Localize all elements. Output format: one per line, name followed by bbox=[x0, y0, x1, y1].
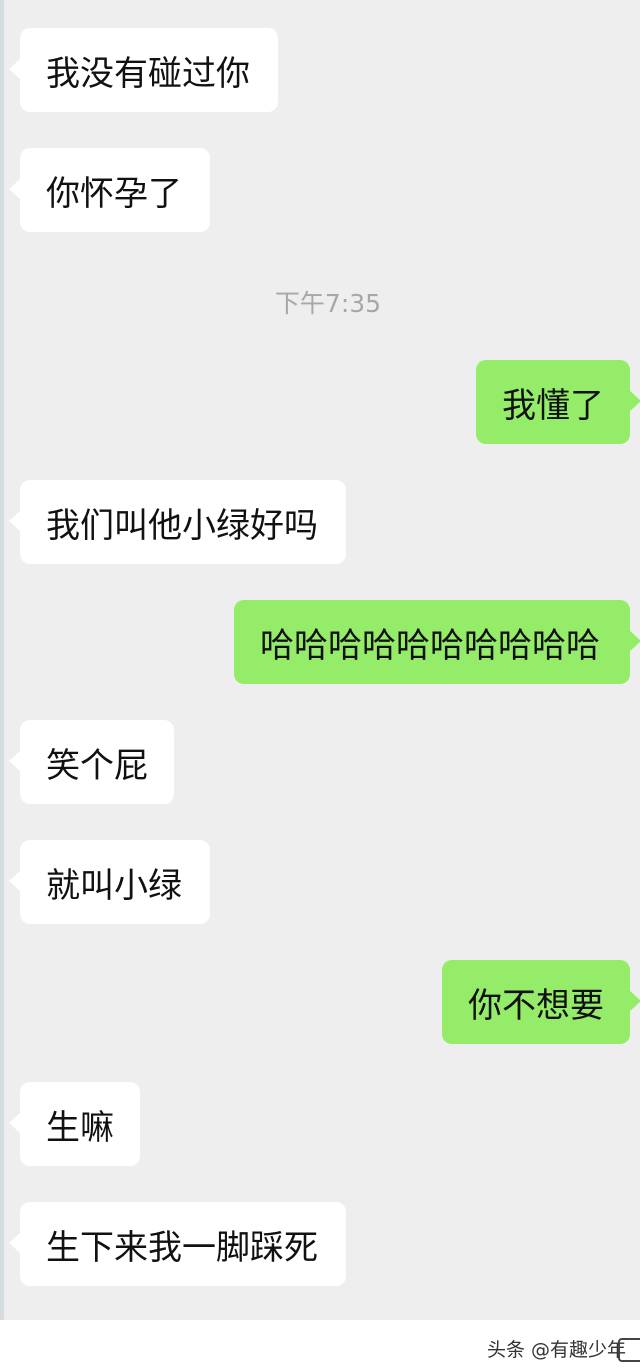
message-bubble-incoming[interactable]: 就叫小绿 bbox=[9, 840, 210, 924]
message-text: 就叫小绿 bbox=[46, 865, 182, 906]
message-bubble-incoming[interactable]: 我们叫他小绿好吗 bbox=[9, 480, 346, 564]
message-bubble-outgoing[interactable]: 我懂了 bbox=[476, 360, 640, 444]
message-text: 你怀孕了 bbox=[46, 173, 182, 214]
message-text: 哈哈哈哈哈哈哈哈哈哈 bbox=[260, 625, 600, 666]
chat-area[interactable]: 我没有碰过你 你怀孕了 下午7:35 我懂了 我们叫他小绿好吗 哈哈哈哈哈哈哈哈… bbox=[0, 0, 640, 1320]
message-text: 笑个屁 bbox=[46, 745, 148, 786]
message-text: 我们叫他小绿好吗 bbox=[46, 505, 318, 546]
message-timestamp: 下午7:35 bbox=[274, 289, 382, 318]
message-text: 生下来我一脚踩死 bbox=[46, 1227, 318, 1268]
message-bubble-incoming[interactable]: 生嘛 bbox=[9, 1082, 140, 1166]
message-bubble-incoming[interactable]: 你怀孕了 bbox=[9, 148, 210, 232]
message-bubble-incoming[interactable]: 我没有碰过你 bbox=[9, 28, 278, 112]
watermark-text: 头条 @有趣少年 bbox=[480, 1333, 632, 1364]
left-edge-strip bbox=[0, 0, 4, 1320]
message-text: 我懂了 bbox=[502, 385, 604, 426]
message-text: 生嘛 bbox=[46, 1107, 114, 1148]
message-bubble-outgoing[interactable]: 你不想要 bbox=[442, 960, 640, 1044]
message-bubble-incoming[interactable]: 笑个屁 bbox=[9, 720, 174, 804]
message-bubble-outgoing[interactable]: 哈哈哈哈哈哈哈哈哈哈 bbox=[234, 600, 640, 684]
message-bubble-incoming[interactable]: 生下来我一脚踩死 bbox=[9, 1202, 346, 1286]
message-text: 我没有碰过你 bbox=[46, 53, 250, 94]
message-text: 你不想要 bbox=[468, 985, 604, 1026]
keyboard-icon[interactable] bbox=[618, 1338, 640, 1362]
